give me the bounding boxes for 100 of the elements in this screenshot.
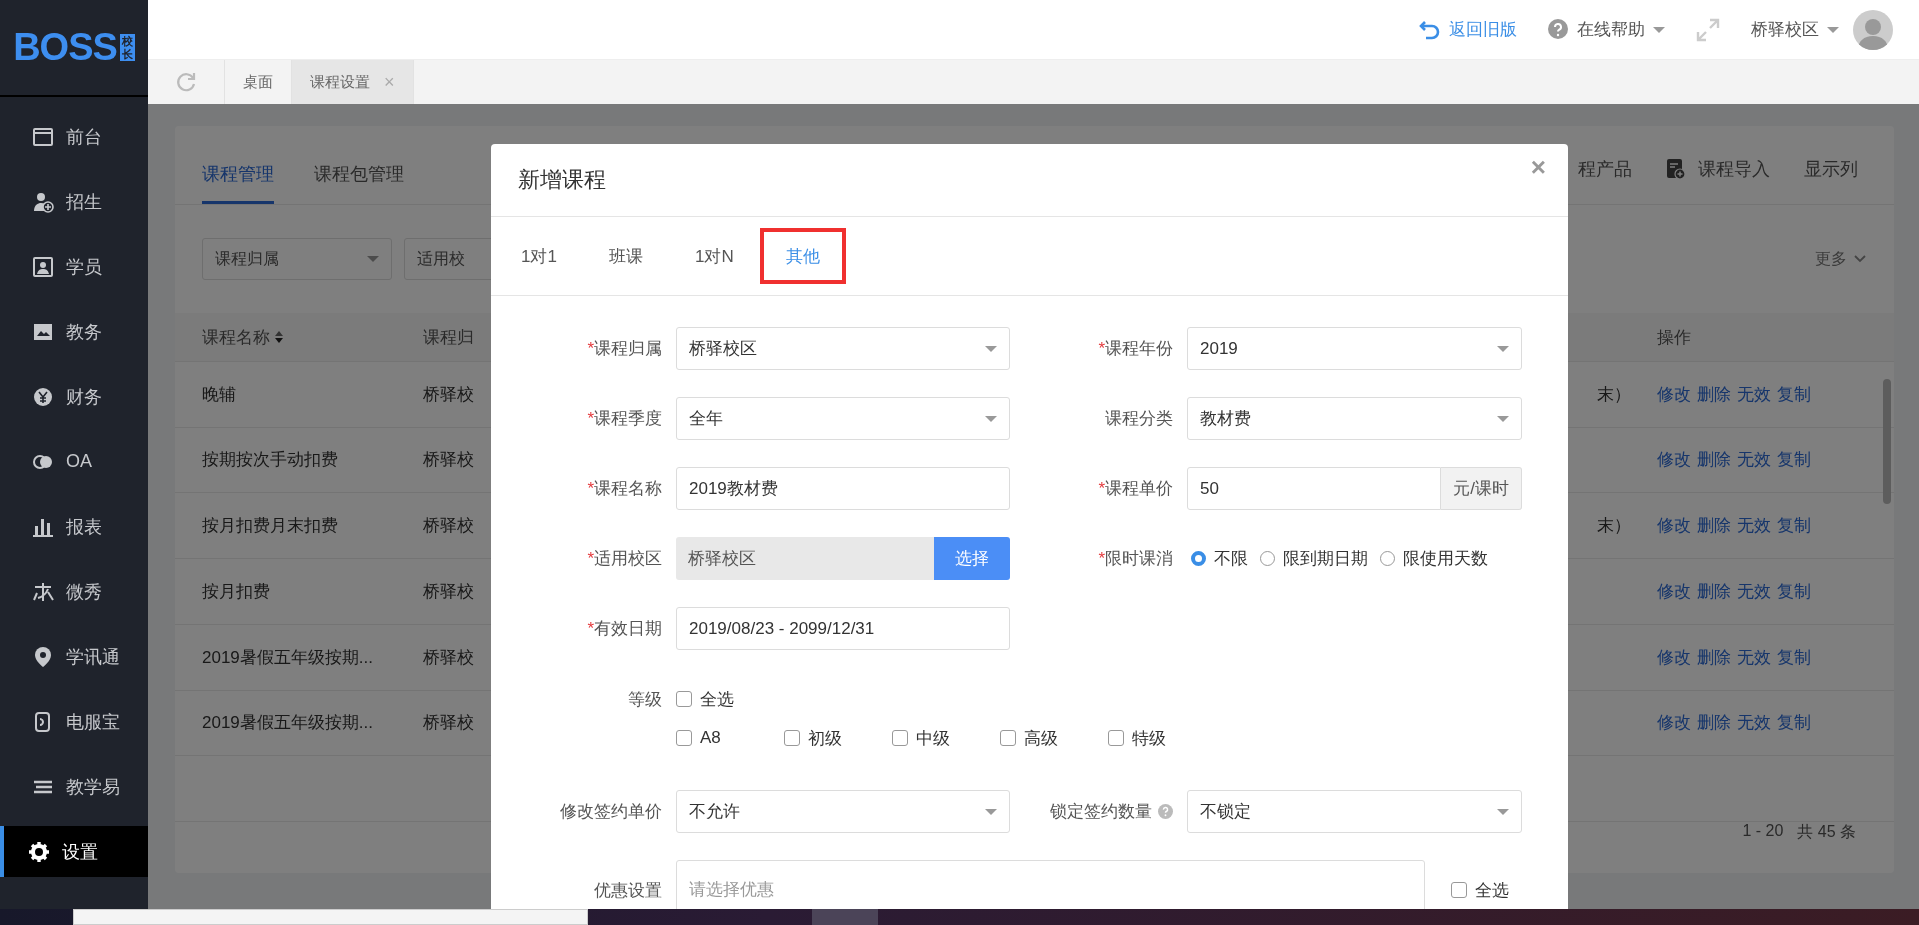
pagination-range: 1 - 20: [1742, 822, 1784, 841]
sidebar-item[interactable]: 学讯通: [0, 631, 148, 682]
row-action-link[interactable]: 无效: [1737, 711, 1771, 735]
radio-button[interactable]: [1191, 551, 1206, 566]
sidebar-item[interactable]: 教学易: [0, 761, 148, 812]
tab-close-button[interactable]: ×: [384, 71, 395, 93]
row-action-link[interactable]: 复制: [1777, 448, 1811, 472]
expand-icon[interactable]: [1695, 16, 1721, 43]
filter-select[interactable]: 课程归属: [202, 238, 392, 281]
sidebar-item[interactable]: 教务: [0, 306, 148, 357]
table-cell-text: 2019暑假五年级按期...: [202, 646, 373, 669]
sidebar-item[interactable]: 招生: [0, 176, 148, 227]
row-action-link[interactable]: 修改: [1657, 579, 1691, 603]
course-tab[interactable]: 课程包管理: [314, 162, 404, 205]
select-field[interactable]: 不锁定: [1187, 790, 1522, 833]
dialog-title: 新增课程: [518, 166, 606, 194]
price-field[interactable]: 50: [1187, 467, 1442, 510]
row-action-link[interactable]: 无效: [1737, 382, 1771, 406]
checkbox[interactable]: [892, 730, 908, 746]
row-action-link[interactable]: 修改: [1657, 514, 1691, 538]
discount-field[interactable]: 请选择优惠: [676, 860, 1425, 909]
row-action-link[interactable]: 删除: [1697, 382, 1731, 406]
row-action-link[interactable]: 复制: [1777, 579, 1811, 603]
row-action-link[interactable]: 删除: [1697, 448, 1731, 472]
sidebar-item[interactable]: 电服宝: [0, 696, 148, 747]
row-action-link[interactable]: 无效: [1737, 514, 1771, 538]
row-action-link[interactable]: 删除: [1697, 579, 1731, 603]
column-header[interactable]: 课程名称: [202, 325, 284, 349]
pagination-total: 共 45 条: [1797, 822, 1856, 842]
taskbar-search-field[interactable]: [73, 909, 588, 925]
row-action-link[interactable]: 无效: [1737, 448, 1771, 472]
table-cell-text: 桥驿校: [423, 449, 474, 472]
logo-badge: 校长: [119, 34, 135, 61]
id-card-icon: [32, 255, 54, 278]
sidebar-item[interactable]: 学员: [0, 241, 148, 292]
dialog-tab[interactable]: 1对N: [668, 228, 760, 284]
select-field[interactable]: 桥驿校区: [676, 327, 1010, 370]
sidebar-item[interactable]: 微秀: [0, 566, 148, 617]
checkbox[interactable]: [1451, 882, 1467, 898]
avatar[interactable]: [1853, 9, 1893, 50]
checkbox[interactable]: [676, 691, 692, 707]
row-action-link[interactable]: 复制: [1777, 382, 1811, 406]
row-action-link[interactable]: 无效: [1737, 645, 1771, 669]
row-action-link[interactable]: 删除: [1697, 711, 1731, 735]
select-field[interactable]: 教材费: [1187, 397, 1522, 440]
sidebar-item[interactable]: 设置: [0, 826, 148, 877]
checkbox[interactable]: [1108, 730, 1124, 746]
toolbar-button[interactable]: 程产品: [1578, 157, 1632, 182]
row-action-link[interactable]: 修改: [1657, 448, 1691, 472]
page-tab[interactable]: 课程设置 ×: [292, 60, 414, 104]
undo-icon: [1419, 18, 1441, 41]
text-field[interactable]: 2019教材费: [676, 467, 1010, 510]
radio-label: 限到期日期: [1283, 548, 1368, 570]
radio-label: 不限: [1214, 548, 1248, 570]
radio-label: 限使用天数: [1403, 548, 1488, 570]
checkbox-label: 特级: [1132, 727, 1166, 750]
column-header: 课程归: [423, 326, 474, 349]
row-action-link[interactable]: 复制: [1777, 645, 1811, 669]
sidebar-item[interactable]: 报表: [0, 501, 148, 552]
checkbox[interactable]: [784, 730, 800, 746]
row-action-link[interactable]: 删除: [1697, 514, 1731, 538]
checkbox[interactable]: [676, 730, 692, 746]
more-button[interactable]: 更多: [1815, 248, 1867, 270]
field-label: 优惠设置: [593, 879, 662, 902]
row-action-link[interactable]: 删除: [1697, 645, 1731, 669]
sidebar-item[interactable]: 财务: [0, 371, 148, 422]
select-button[interactable]: 选择: [934, 537, 1010, 580]
text-field[interactable]: 2019/08/23 - 2099/12/31: [676, 607, 1010, 650]
field-label: *适用校区: [586, 547, 662, 570]
select-field[interactable]: 不允许: [676, 790, 1010, 833]
caret-icon: [985, 808, 997, 815]
select-field[interactable]: 2019: [1187, 327, 1522, 370]
help-menu[interactable]: 在线帮助: [1547, 18, 1665, 41]
document-add-icon: [1666, 158, 1686, 181]
dialog-tab[interactable]: 班课: [582, 228, 669, 284]
caret-icon: [1497, 808, 1509, 815]
select-field[interactable]: 全年: [676, 397, 1010, 440]
close-button[interactable]: ×: [1530, 152, 1546, 183]
row-action-link[interactable]: 无效: [1737, 579, 1771, 603]
table-cell: 末）: [1597, 516, 1631, 536]
toolbar-button[interactable]: 课程导入: [1666, 157, 1770, 182]
help-icon[interactable]: [1158, 804, 1173, 819]
campus-menu[interactable]: 桥驿校区: [1751, 18, 1839, 41]
row-action-link[interactable]: 修改: [1657, 645, 1691, 669]
row-action-link[interactable]: 复制: [1777, 711, 1811, 735]
back-link[interactable]: 返回旧版: [1419, 18, 1517, 41]
sidebar-item[interactable]: 前台: [0, 111, 148, 162]
row-action-link[interactable]: 修改: [1657, 382, 1691, 406]
toolbar-button[interactable]: 显示列: [1804, 157, 1858, 182]
course-tab[interactable]: 课程管理: [202, 162, 274, 205]
row-action-link[interactable]: 复制: [1777, 514, 1811, 538]
dialog-tab[interactable]: 1对1: [495, 228, 583, 284]
row-action-link[interactable]: 修改: [1657, 711, 1691, 735]
scrollbar-thumb[interactable]: [1883, 379, 1891, 504]
gear-icon: [28, 840, 50, 863]
field-label: *限时课消: [1097, 547, 1173, 570]
checkbox-label: 中级: [916, 727, 950, 750]
sidebar-item[interactable]: OA: [0, 436, 148, 487]
checkbox[interactable]: [1000, 730, 1016, 746]
dialog-tab[interactable]: 其他: [759, 228, 846, 284]
